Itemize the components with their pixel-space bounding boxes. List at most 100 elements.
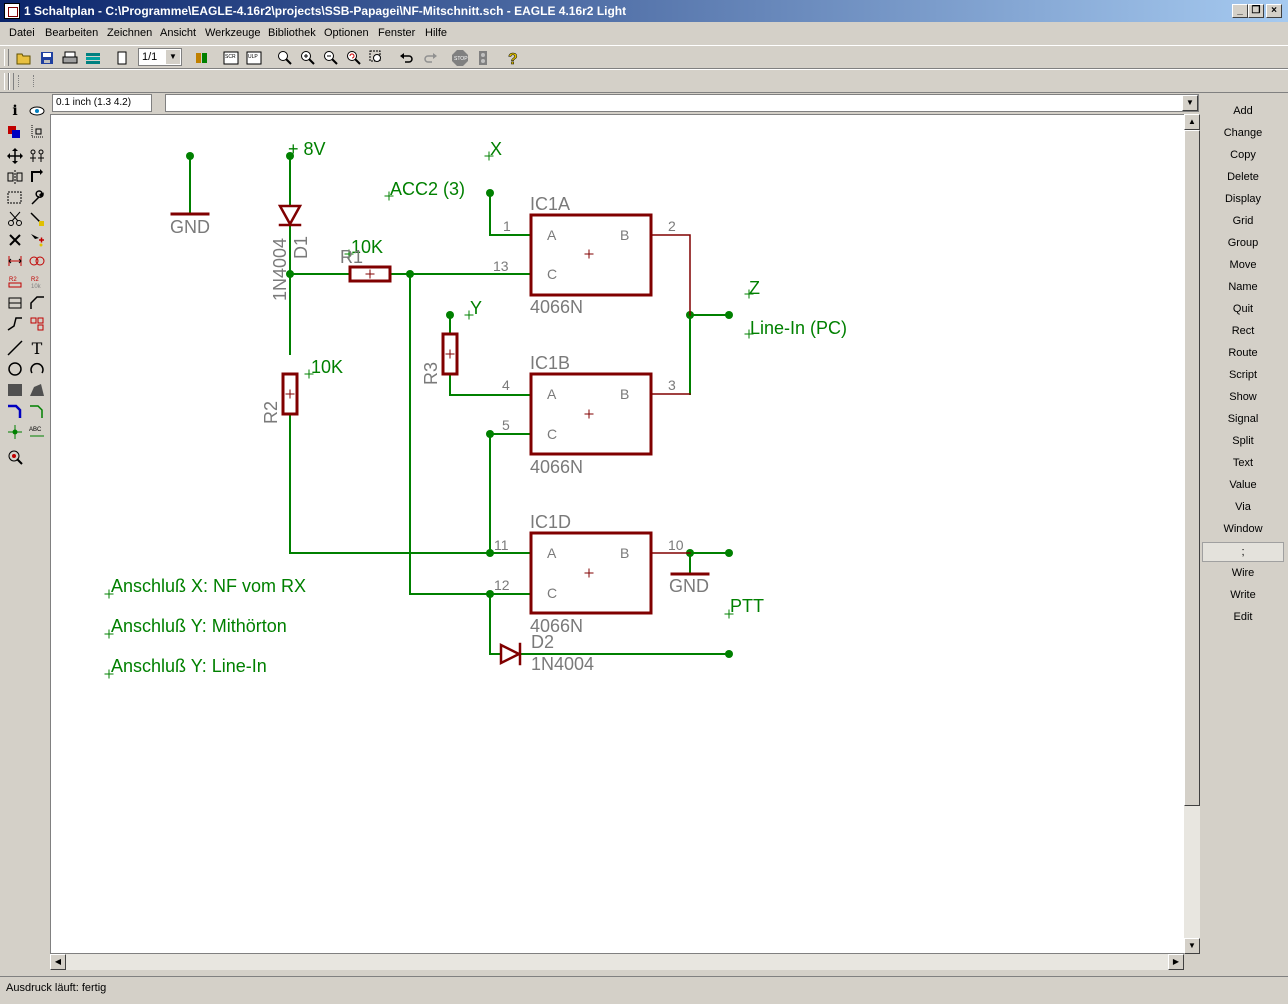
delete-icon[interactable]: [6, 231, 24, 249]
menu-werkzeuge[interactable]: Werkzeuge: [205, 27, 260, 39]
group-icon[interactable]: [6, 189, 24, 207]
zoom-select-icon[interactable]: [367, 49, 387, 67]
sheet-icon[interactable]: [112, 49, 132, 67]
cmd-route[interactable]: Route: [1202, 342, 1284, 364]
cmd-via[interactable]: Via: [1202, 496, 1284, 518]
chevron-down-icon[interactable]: ▼: [166, 50, 180, 64]
pinswap-icon[interactable]: [6, 252, 24, 270]
value-icon[interactable]: R2 10k: [28, 273, 46, 291]
net-icon[interactable]: [28, 402, 46, 420]
polygon-icon[interactable]: [28, 381, 46, 399]
cmd-script[interactable]: Script: [1202, 364, 1284, 386]
open-folder-icon[interactable]: [14, 49, 34, 67]
display-layers-icon[interactable]: [6, 123, 24, 141]
cmd-change[interactable]: Change: [1202, 122, 1284, 144]
stop-icon[interactable]: STOP: [450, 49, 470, 67]
library-icon[interactable]: [192, 49, 212, 67]
minimize-button[interactable]: _: [1232, 4, 1248, 18]
label-icon[interactable]: ABC: [28, 423, 46, 441]
zoom-out-icon[interactable]: [321, 49, 341, 67]
cmd-window[interactable]: Window: [1202, 518, 1284, 540]
cmd-wire[interactable]: Wire: [1202, 562, 1284, 584]
toolbar-grip[interactable]: [4, 49, 9, 66]
grid-icon[interactable]: [18, 75, 34, 87]
save-icon[interactable]: [37, 49, 57, 67]
go-icon[interactable]: [473, 49, 493, 67]
rotate-icon[interactable]: [28, 168, 46, 186]
redo-icon[interactable]: [420, 49, 440, 67]
cmd-move[interactable]: Move: [1202, 254, 1284, 276]
cmd-quit[interactable]: Quit: [1202, 298, 1284, 320]
circle-icon[interactable]: [6, 360, 24, 378]
cmd-edit[interactable]: Edit: [1202, 606, 1284, 628]
mark-icon[interactable]: [28, 123, 46, 141]
erc-icon[interactable]: [6, 448, 24, 466]
zoom-in-icon[interactable]: [298, 49, 318, 67]
add-part-icon[interactable]: [28, 231, 46, 249]
menu-fenster[interactable]: Fenster: [378, 27, 415, 39]
script-icon[interactable]: SCR: [221, 49, 241, 67]
command-input[interactable]: ▼: [165, 94, 1199, 112]
cut-icon[interactable]: [6, 210, 24, 228]
menu-optionen[interactable]: Optionen: [324, 27, 369, 39]
smash-icon[interactable]: [6, 294, 24, 312]
scroll-thumb[interactable]: [1184, 130, 1200, 806]
toolbar-grip[interactable]: [9, 73, 14, 90]
menu-bibliothek[interactable]: Bibliothek: [268, 27, 316, 39]
cmd-signal[interactable]: Signal: [1202, 408, 1284, 430]
mirror-icon[interactable]: [6, 168, 24, 186]
sheet-select[interactable]: 1/1 ▼: [138, 48, 182, 66]
paste-icon[interactable]: [28, 210, 46, 228]
menu-datei[interactable]: Datei: [9, 27, 35, 39]
cmd-name[interactable]: Name: [1202, 276, 1284, 298]
menu-bearbeiten[interactable]: Bearbeiten: [45, 27, 98, 39]
wire-icon[interactable]: [6, 339, 24, 357]
undo-icon[interactable]: [397, 49, 417, 67]
bus-icon[interactable]: [6, 402, 24, 420]
cmd-value[interactable]: Value: [1202, 474, 1284, 496]
miter-icon[interactable]: [28, 294, 46, 312]
chevron-down-icon[interactable]: ▼: [1182, 95, 1198, 111]
ulp-icon[interactable]: ULP: [244, 49, 264, 67]
split-icon[interactable]: [6, 315, 24, 333]
menu-hilfe[interactable]: Hilfe: [425, 27, 447, 39]
cmd-display[interactable]: Display: [1202, 188, 1284, 210]
scroll-up-icon[interactable]: ▲: [1184, 114, 1200, 130]
replace-icon[interactable]: [28, 252, 46, 270]
menu-ansicht[interactable]: Ansicht: [160, 27, 196, 39]
name-icon[interactable]: R2: [6, 273, 24, 291]
scroll-right-icon[interactable]: ▶: [1168, 954, 1184, 970]
copy-parts-icon[interactable]: [28, 147, 46, 165]
junction-icon[interactable]: [6, 423, 24, 441]
cmd-delete[interactable]: Delete: [1202, 166, 1284, 188]
vertical-scrollbar[interactable]: ▲ ▼: [1184, 114, 1200, 954]
change-wrench-icon[interactable]: [28, 189, 46, 207]
cmd-grid[interactable]: Grid: [1202, 210, 1284, 232]
scroll-left-icon[interactable]: ◀: [50, 954, 66, 970]
text-icon[interactable]: T: [28, 339, 46, 358]
help-icon[interactable]: ?: [503, 49, 523, 67]
invoke-icon[interactable]: [28, 315, 46, 333]
menu-zeichnen[interactable]: Zeichnen: [107, 27, 152, 39]
redraw-icon[interactable]: [344, 49, 364, 67]
arc-icon[interactable]: [28, 360, 46, 378]
move-icon[interactable]: [6, 147, 24, 165]
cmd-group[interactable]: Group: [1202, 232, 1284, 254]
cmd-split[interactable]: Split: [1202, 430, 1284, 452]
close-button[interactable]: ×: [1266, 4, 1282, 18]
cmd-show[interactable]: Show: [1202, 386, 1284, 408]
cmd-copy[interactable]: Copy: [1202, 144, 1284, 166]
cmd-rect[interactable]: Rect: [1202, 320, 1284, 342]
print-icon[interactable]: [60, 49, 80, 67]
scroll-down-icon[interactable]: ▼: [1184, 938, 1200, 954]
show-eye-icon[interactable]: [28, 102, 46, 120]
rect-icon[interactable]: [6, 381, 24, 399]
cmd-separator[interactable]: ;: [1202, 542, 1284, 562]
cam-processor-icon[interactable]: [83, 49, 103, 67]
info-icon[interactable]: i: [6, 102, 24, 120]
horizontal-scrollbar[interactable]: ◀ ▶: [50, 954, 1184, 970]
cmd-add[interactable]: Add: [1202, 100, 1284, 122]
restore-button[interactable]: ❐: [1248, 4, 1264, 18]
cmd-text[interactable]: Text: [1202, 452, 1284, 474]
schematic-canvas[interactable]: GND GND + 8V X ACC2 (3) Y Z Line-In (PC)…: [50, 114, 1186, 954]
